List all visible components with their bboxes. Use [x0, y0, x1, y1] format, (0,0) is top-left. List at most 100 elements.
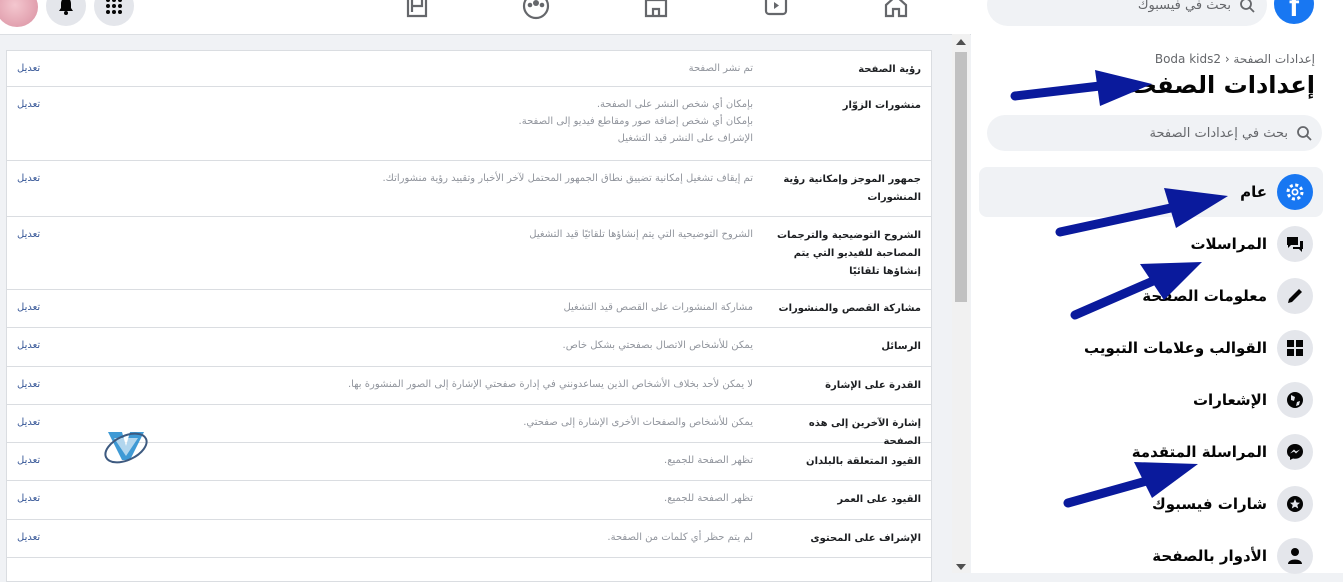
- sidebar-item-label: عام: [1240, 183, 1267, 201]
- sidebar-item-label: معلومات الصفحة: [1142, 287, 1267, 305]
- page-title: إعدادات الصفحة: [1125, 71, 1315, 99]
- sidebar-item[interactable]: المراسلات: [979, 219, 1323, 269]
- bell-icon: [59, 0, 73, 15]
- edit-link[interactable]: تعديل: [17, 96, 40, 113]
- home-icon[interactable]: [882, 0, 910, 20]
- breadcrumb[interactable]: إعدادات الصفحة ‹ Boda kids2: [1155, 52, 1315, 66]
- setting-label: جمهور الموجز وإمكانية رؤية المنشورات: [783, 174, 921, 203]
- setting-value: مشاركة المنشورات على القصص قيد التشغيل: [193, 299, 753, 316]
- setting-label: الإشراف على المحتوى: [810, 533, 921, 544]
- setting-value: تظهر الصفحة للجميع.: [193, 452, 753, 469]
- setting-value: لم يتم حظر أي كلمات من الصفحة.: [193, 529, 753, 546]
- sidebar-item-label: المراسلة المتقدمة: [1131, 443, 1267, 461]
- edit-link[interactable]: تعديل: [17, 414, 40, 431]
- setting-label: القيود المتعلقة بالبلدان: [806, 456, 921, 467]
- badge-star-icon: [1277, 486, 1313, 522]
- avatar[interactable]: [0, 0, 38, 27]
- gear-icon: [1277, 174, 1313, 210]
- sidebar-item-label: الأدوار بالصفحة: [1152, 547, 1267, 565]
- edit-link[interactable]: تعديل: [17, 299, 40, 316]
- settings-row: الإشراف على المحتوى لم يتم حظر أي كلمات م…: [7, 520, 931, 558]
- settings-search-input[interactable]: بحث في إعدادات الصفحة: [987, 115, 1322, 151]
- setting-value-line: تم نشر الصفحة: [688, 63, 753, 74]
- edit-link[interactable]: تعديل: [17, 490, 40, 507]
- top-navigation-bar: بحث في فيسبوك f: [0, 0, 1343, 35]
- setting-value: لا يمكن لأحد بخلاف الأشخاص الذين يساعدون…: [193, 376, 753, 393]
- settings-row: الرسائل يمكن للأشخاص الاتصال بصفحتي بشكل …: [7, 328, 931, 367]
- sidebar-item[interactable]: معلومات الصفحة: [979, 271, 1323, 321]
- sidebar-item[interactable]: القوالب وعلامات التبويب: [979, 323, 1323, 373]
- settings-row: القدرة على الإشارة لا يمكن لأحد بخلاف الأ…: [7, 367, 931, 405]
- globe-icon: [1277, 382, 1313, 418]
- sidebar-item[interactable]: عام: [979, 167, 1323, 217]
- setting-label: القيود على العمر: [837, 494, 921, 505]
- person-icon: [1277, 538, 1313, 574]
- setting-label: الشروح التوضيحية والترجمات المصاحبة للفي…: [776, 230, 921, 277]
- edit-link[interactable]: تعديل: [17, 60, 40, 77]
- search-icon: [1297, 126, 1312, 141]
- sidebar-item[interactable]: الأدوار بالصفحة: [979, 531, 1323, 581]
- watch-icon[interactable]: [762, 0, 790, 20]
- setting-value: تظهر الصفحة للجميع.: [193, 490, 753, 507]
- setting-value-line: بإمكان أي شخص إضافة صور ومقاطع فيديو إلى…: [518, 116, 753, 127]
- messenger-icon: [1277, 434, 1313, 470]
- gaming-icon[interactable]: [403, 0, 431, 20]
- sidebar-item[interactable]: المراسلة المتقدمة: [979, 427, 1323, 477]
- search-icon: [1240, 0, 1255, 13]
- edit-link[interactable]: تعديل: [17, 337, 40, 354]
- setting-value-line: الشروح التوضيحية التي يتم إنشاؤها تلقائي…: [529, 229, 753, 240]
- facebook-search-input[interactable]: بحث في فيسبوك: [987, 0, 1267, 26]
- setting-value-line: يمكن للأشخاص والصفحات الأخرى الإشارة إلى…: [523, 417, 753, 428]
- scroll-thumb[interactable]: [955, 52, 967, 302]
- setting-value-line: لا يمكن لأحد بخلاف الأشخاص الذين يساعدون…: [347, 379, 753, 390]
- chat-bubbles-icon: [1277, 226, 1313, 262]
- search-placeholder: بحث في فيسبوك: [1137, 0, 1231, 13]
- edit-link[interactable]: تعديل: [17, 376, 40, 393]
- sidebar-item-label: القوالب وعلامات التبويب: [1084, 339, 1267, 357]
- setting-value-line: لم يتم حظر أي كلمات من الصفحة.: [607, 532, 753, 543]
- sidebar-item[interactable]: شارات فيسبوك: [979, 479, 1323, 529]
- settings-row: مشاركة القصص والمنشورات مشاركة المنشورات …: [7, 290, 931, 328]
- sidebar-item[interactable]: الإشعارات: [979, 375, 1323, 425]
- pencil-icon: [1277, 278, 1313, 314]
- setting-value-line: تظهر الصفحة للجميع.: [664, 493, 753, 504]
- setting-value: تم نشر الصفحة: [193, 60, 753, 77]
- setting-value: الشروح التوضيحية التي يتم إنشاؤها تلقائي…: [193, 226, 753, 243]
- sidebar-item-label: الإشعارات: [1192, 391, 1267, 409]
- setting-value-line: مشاركة المنشورات على القصص قيد التشغيل: [563, 302, 753, 313]
- setting-label: الرسائل: [881, 341, 921, 352]
- setting-value: تم إيقاف تشغيل إمكانية تضييق نطاق الجمهو…: [193, 170, 754, 187]
- setting-label: رؤية الصفحة: [858, 64, 921, 75]
- watermark-logo: [100, 420, 152, 472]
- settings-sidebar: إعدادات الصفحة ‹ Boda kids2 إعدادات الصف…: [971, 34, 1343, 574]
- settings-row: رؤية الصفحة تم نشر الصفحة تعديل: [7, 51, 931, 87]
- edit-link[interactable]: تعديل: [17, 226, 40, 243]
- search-placeholder: بحث في إعدادات الصفحة: [1149, 125, 1288, 141]
- notifications-button[interactable]: [46, 0, 86, 26]
- settings-row: الشروح التوضيحية والترجمات المصاحبة للفي…: [7, 217, 931, 290]
- setting-value-line: تظهر الصفحة للجميع.: [664, 455, 753, 466]
- groups-icon[interactable]: [522, 0, 550, 20]
- setting-value-line: يمكن للأشخاص الاتصال بصفحتي بشكل خاص.: [562, 340, 753, 351]
- settings-row: جمهور الموجز وإمكانية رؤية المنشورات تم إ…: [7, 161, 931, 217]
- scroll-down-arrow[interactable]: [956, 564, 966, 570]
- setting-label: منشورات الزوّار: [842, 100, 921, 111]
- grid-dots-icon: [106, 0, 122, 14]
- menu-button[interactable]: [94, 0, 134, 26]
- marketplace-icon[interactable]: [642, 0, 670, 20]
- setting-label: القدرة على الإشارة: [825, 380, 921, 391]
- edit-link[interactable]: تعديل: [17, 452, 40, 469]
- scroll-up-arrow[interactable]: [956, 39, 966, 45]
- edit-link[interactable]: تعديل: [17, 529, 40, 546]
- setting-value-line: تم إيقاف تشغيل إمكانية تضييق نطاق الجمهو…: [382, 173, 754, 184]
- settings-row: القيود على العمر تظهر الصفحة للجميع. تعديل: [7, 481, 931, 520]
- setting-value: يمكن للأشخاص الاتصال بصفحتي بشكل خاص.: [193, 337, 753, 354]
- setting-value: بإمكان أي شخص النشر على الصفحة. بإمكان أي…: [193, 96, 753, 147]
- setting-label: مشاركة القصص والمنشورات: [778, 303, 921, 314]
- facebook-logo[interactable]: f: [1274, 0, 1314, 24]
- sidebar-item-label: المراسلات: [1190, 235, 1267, 253]
- edit-link[interactable]: تعديل: [17, 170, 40, 187]
- sidebar-item-label: شارات فيسبوك: [1152, 495, 1267, 513]
- scrollbar[interactable]: [952, 34, 970, 573]
- setting-value-line: الإشراف على النشر قيد التشغيل: [617, 133, 753, 144]
